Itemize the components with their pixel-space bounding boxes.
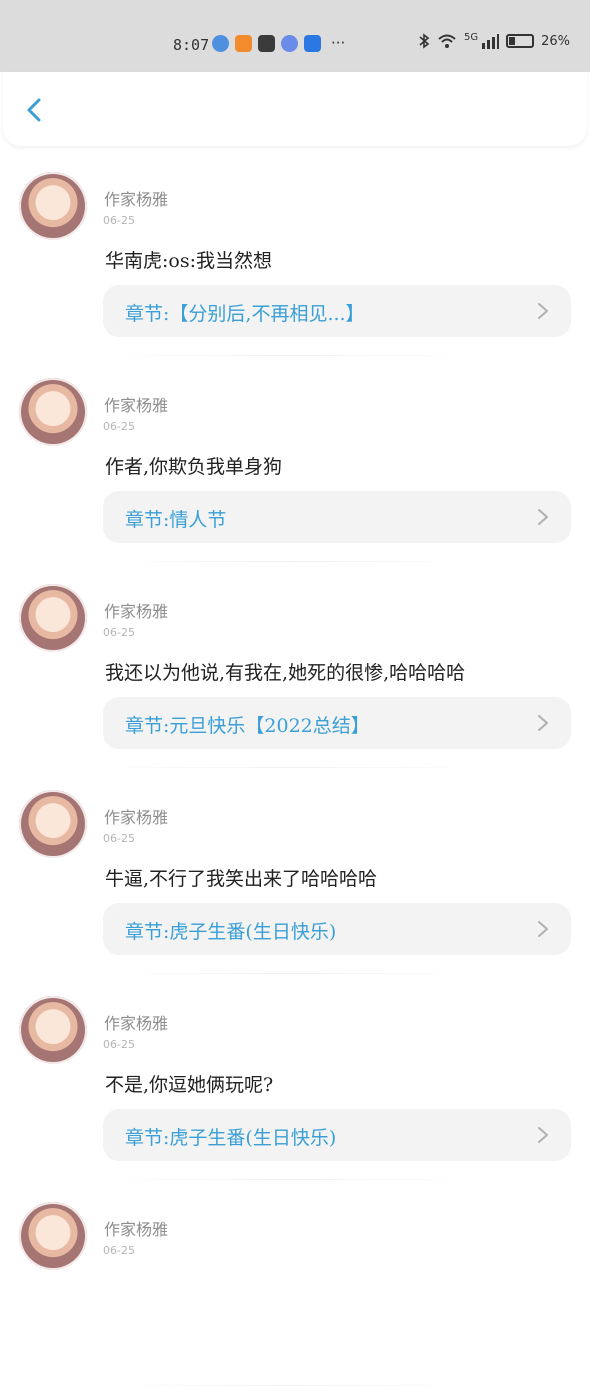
system-status: 5G 26% — [418, 31, 570, 49]
notification-icons: ··· — [212, 34, 345, 52]
comment-item: 作家杨雅 06-25 牛逼,不行了我笑出来了哈哈哈哈 章节:虎子生番(生日快乐) — [0, 768, 590, 974]
more-notifications-icon: ··· — [331, 34, 346, 52]
chapter-label: 章节:虎子生番(生日快乐) — [125, 1127, 337, 1149]
battery-percent: 26% — [541, 33, 570, 49]
bulb-app-icon — [304, 34, 321, 52]
chapter-link[interactable]: 章节:【分别后,不再相见...】 — [103, 285, 571, 337]
author-name[interactable]: 作家杨雅 — [104, 1216, 168, 1240]
comment-item: 作家杨雅 06-25 — [0, 1180, 590, 1386]
avatar[interactable] — [19, 584, 87, 652]
author-name[interactable]: 作家杨雅 — [104, 392, 168, 416]
comment-item: 作家杨雅 06-25 华南虎:os:我当然想 章节:【分别后,不再相见...】 — [0, 150, 590, 356]
comment-date: 06-25 — [103, 420, 135, 433]
comment-date: 06-25 — [103, 626, 135, 639]
avatar[interactable] — [19, 996, 87, 1064]
comment-date: 06-25 — [103, 1244, 135, 1257]
author-name[interactable]: 作家杨雅 — [104, 1010, 168, 1034]
chevron-right-icon — [538, 1127, 548, 1143]
status-time: 8:07 — [173, 36, 210, 54]
chapter-label: 章节:情人节 — [125, 509, 227, 531]
comment-text: 我还以为他说,有我在,她死的很惨,哈哈哈哈 — [105, 662, 466, 684]
chapter-label: 章节:虎子生番(生日快乐) — [125, 921, 337, 943]
comment-item: 作家杨雅 06-25 我还以为他说,有我在,她死的很惨,哈哈哈哈 章节:元旦快乐… — [0, 562, 590, 768]
avatar[interactable] — [19, 172, 87, 240]
chevron-right-icon — [538, 715, 548, 731]
avatar[interactable] — [19, 1202, 87, 1270]
chevron-right-icon — [538, 509, 548, 525]
chapter-link[interactable]: 章节:虎子生番(生日快乐) — [103, 1109, 571, 1161]
comment-text: 作者,你欺负我单身狗 — [105, 456, 283, 478]
avatar[interactable] — [19, 378, 87, 446]
chapter-link[interactable]: 章节:虎子生番(生日快乐) — [103, 903, 571, 955]
browser-app-icon — [212, 34, 229, 52]
comment-text: 华南虎:os:我当然想 — [105, 250, 272, 272]
chevron-right-icon — [538, 303, 548, 319]
chapter-label: 章节:元旦快乐【2022总结】 — [125, 715, 370, 737]
chapter-link[interactable]: 章节:元旦快乐【2022总结】 — [103, 697, 571, 749]
wifi-icon — [438, 34, 456, 48]
comment-date: 06-25 — [103, 214, 135, 227]
chapter-label: 章节:【分别后,不再相见...】 — [125, 303, 365, 325]
comment-date: 06-25 — [103, 1038, 135, 1051]
author-name[interactable]: 作家杨雅 — [104, 186, 168, 210]
author-name[interactable]: 作家杨雅 — [104, 804, 168, 828]
status-bar: 8:07 ··· 5G 26% — [0, 0, 590, 72]
comment-list: 作家杨雅 06-25 华南虎:os:我当然想 章节:【分别后,不再相见...】 … — [0, 150, 590, 1386]
comment-date: 06-25 — [103, 832, 135, 845]
app-header — [3, 72, 587, 146]
comment-item: 作家杨雅 06-25 不是,你逗她俩玩呢? 章节:虎子生番(生日快乐) — [0, 974, 590, 1180]
bluetooth-icon — [419, 33, 430, 49]
network-type-label: 5G — [463, 31, 479, 43]
chevron-left-icon[interactable] — [21, 96, 49, 124]
battery-fill — [509, 37, 515, 45]
comment-text: 牛逼,不行了我笑出来了哈哈哈哈 — [105, 868, 378, 890]
music-app-icon — [281, 34, 298, 52]
battery-icon — [506, 34, 535, 48]
comment-item: 作家杨雅 06-25 作者,你欺负我单身狗 章节:情人节 — [0, 356, 590, 562]
heart-app-icon — [258, 34, 275, 52]
avatar[interactable] — [19, 790, 87, 858]
chevron-right-icon — [538, 921, 548, 937]
video-app-icon — [235, 34, 252, 52]
comment-text: 不是,你逗她俩玩呢? — [105, 1074, 274, 1096]
author-name[interactable]: 作家杨雅 — [104, 598, 168, 622]
signal-icon — [482, 34, 500, 49]
chapter-link[interactable]: 章节:情人节 — [103, 491, 571, 543]
